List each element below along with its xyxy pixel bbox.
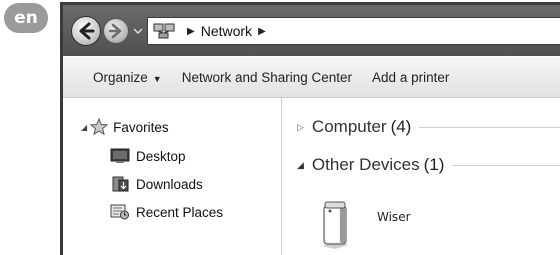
forward-button[interactable] xyxy=(103,18,129,44)
recent-places-icon xyxy=(110,204,129,220)
network-device-icon[interactable] xyxy=(319,200,353,250)
expand-triangle-icon[interactable]: ◢ xyxy=(81,123,87,132)
nav-item-label: Recent Places xyxy=(136,204,224,220)
caret-down-icon: ▼ xyxy=(152,73,162,84)
favorites-node[interactable]: ◢ Favorites xyxy=(81,118,169,136)
nav-item-recent-places[interactable]: Recent Places xyxy=(110,204,223,220)
organize-button[interactable]: Organize ▼ xyxy=(93,70,162,85)
network-sharing-center-button[interactable]: Network and Sharing Center xyxy=(182,70,352,85)
organize-label: Organize xyxy=(93,69,148,85)
star-icon xyxy=(90,118,109,136)
group-label: Other Devices xyxy=(311,155,420,174)
desktop-icon xyxy=(110,148,130,163)
back-arrow-icon xyxy=(79,22,95,40)
collapsed-triangle-icon[interactable]: ▷ xyxy=(297,122,304,133)
group-divider xyxy=(419,126,560,128)
navigation-pane: ◢ Favorites Desktop Downloads Recent Pla… xyxy=(63,98,282,255)
add-printer-button[interactable]: Add a printer xyxy=(372,70,449,85)
navigation-bar: ▶ Network ▶ xyxy=(63,5,560,56)
nav-item-desktop[interactable]: Desktop xyxy=(110,148,186,164)
chevron-right-icon[interactable]: ▶ xyxy=(258,26,266,37)
nav-item-label: Desktop xyxy=(136,148,186,164)
downloads-icon xyxy=(112,176,129,192)
favorites-label: Favorites xyxy=(113,119,169,135)
back-button[interactable] xyxy=(71,16,101,46)
address-bar[interactable]: ▶ Network ▶ xyxy=(147,17,560,45)
expanded-triangle-icon[interactable]: ◢ xyxy=(297,160,304,171)
group-count: (1) xyxy=(423,155,445,174)
device-name-label[interactable]: Wiser xyxy=(377,210,411,224)
network-icon xyxy=(153,23,175,39)
recent-pages-chevron-down-icon[interactable] xyxy=(133,26,143,36)
nav-item-label: Downloads xyxy=(136,176,203,192)
group-other-devices[interactable]: ◢ Other Devices (1) xyxy=(297,155,560,175)
command-bar: Organize ▼ Network and Sharing Center Add… xyxy=(63,56,560,98)
language-badge: en xyxy=(4,3,48,33)
group-divider xyxy=(452,164,560,166)
nav-item-downloads[interactable]: Downloads xyxy=(110,176,203,192)
forward-arrow-icon xyxy=(108,23,122,39)
chevron-right-icon[interactable]: ▶ xyxy=(187,26,195,37)
group-computer[interactable]: ▷ Computer (4) xyxy=(297,117,560,137)
explorer-window: ▶ Network ▶ Organize ▼ Network and Sharin… xyxy=(60,2,560,255)
breadcrumb-network[interactable]: Network xyxy=(201,23,252,39)
content-pane: ▷ Computer (4) ◢ Other Devices (1) Wiser xyxy=(283,98,560,255)
group-label: Computer xyxy=(311,117,387,136)
group-count: (4) xyxy=(390,117,412,136)
